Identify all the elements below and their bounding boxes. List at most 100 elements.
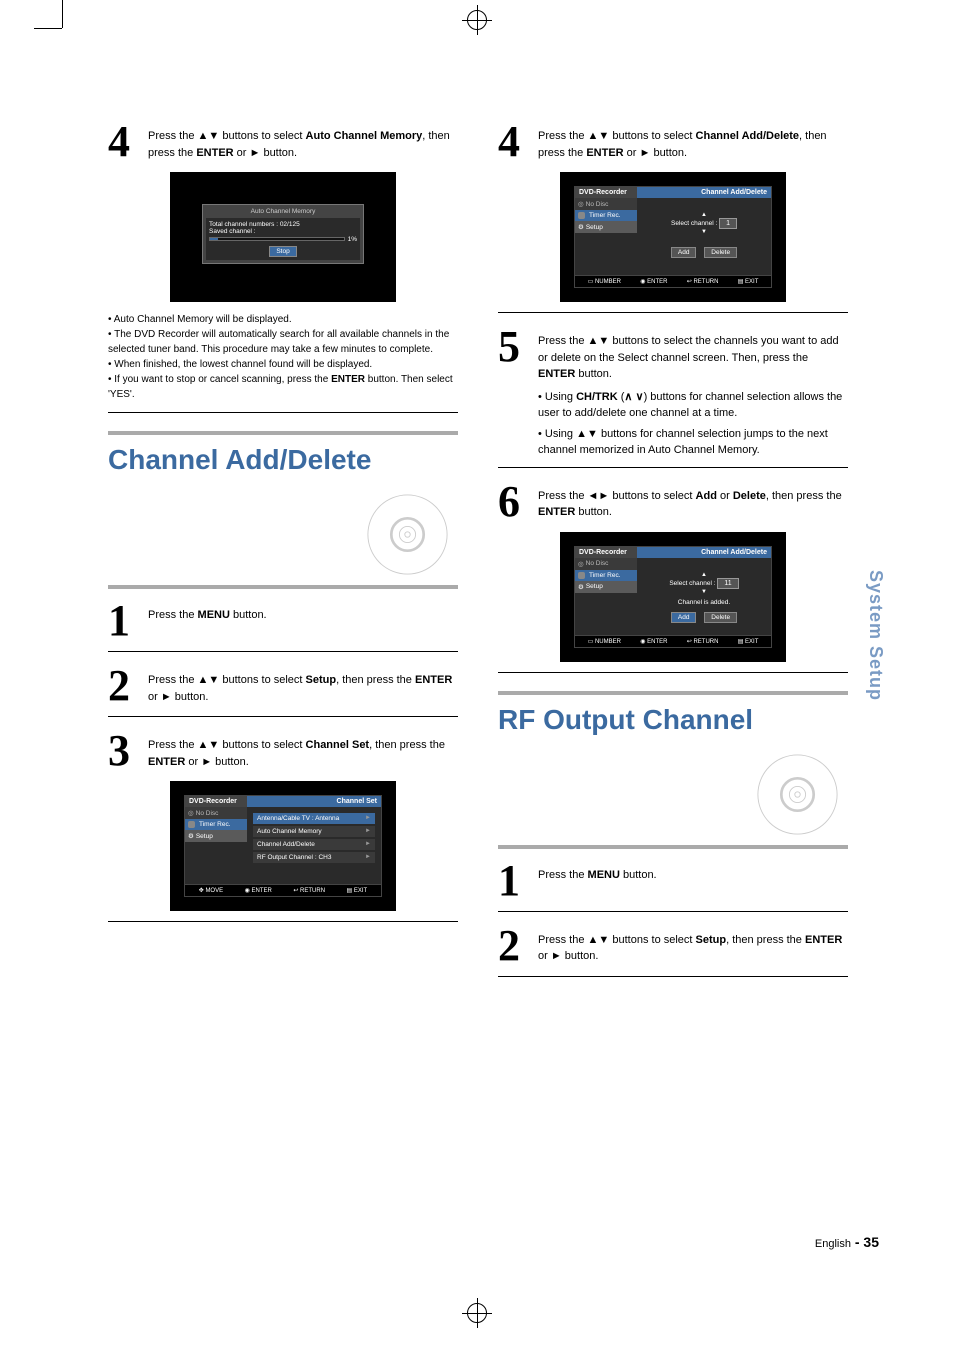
- step-text: Press the ▲▼ buttons to select the chann…: [538, 325, 848, 459]
- registration-mark: [467, 10, 487, 30]
- note-line: • When finished, the lowest channel foun…: [108, 357, 458, 372]
- osd-footer-item: ◉ ENTER: [640, 638, 667, 645]
- channel-add-delete-osd-1: DVD-Recorder Channel Add/Delete ◎ No Dis…: [560, 172, 786, 302]
- osd-header-right: Channel Add/Delete: [637, 187, 771, 198]
- osd-side-item: ◎ No Disc: [575, 558, 637, 570]
- note-line: • If you want to stop or cancel scanning…: [108, 372, 458, 402]
- step-text: Press the ▲▼ buttons to select Channel A…: [538, 120, 848, 161]
- section-divider: [108, 431, 458, 435]
- osd-header-left: DVD-Recorder: [575, 187, 637, 198]
- section-divider: [108, 585, 458, 589]
- step-number: 5: [498, 325, 528, 369]
- section-title: RF Output Channel: [498, 705, 848, 736]
- osd-side-item: Timer Rec.: [575, 570, 637, 581]
- divider: [498, 911, 848, 912]
- step-text: Press the ▲▼ buttons to select Auto Chan…: [148, 120, 458, 161]
- osd-side-item: ⚙ Setup: [575, 221, 637, 233]
- progress-percent: 1%: [348, 236, 357, 243]
- osd-header-left: DVD-Recorder: [575, 547, 637, 558]
- section-divider: [498, 691, 848, 695]
- select-channel-label: Select channel :: [671, 220, 717, 227]
- osd-side-item: ◎ No Disc: [185, 807, 247, 819]
- divider: [498, 672, 848, 673]
- osd-menu-row: Auto Channel Memory►: [253, 826, 375, 837]
- note-line: • Auto Channel Memory will be displayed.: [108, 312, 458, 327]
- right-column: 4 Press the ▲▼ buttons to select Channel…: [498, 120, 848, 989]
- progress-bar: [209, 237, 345, 241]
- divider: [498, 312, 848, 313]
- stop-button: Stop: [269, 246, 296, 257]
- section-title: Channel Add/Delete: [108, 445, 458, 476]
- osd-line: Saved channel :: [209, 228, 357, 235]
- down-arrow-icon: ▼: [643, 589, 765, 595]
- osd-footer-item: ✥ MOVE: [199, 887, 223, 894]
- down-arrow-icon: ▼: [643, 229, 765, 235]
- step-number: 6: [498, 480, 528, 524]
- step-text: Press the ▲▼ buttons to select Channel S…: [148, 729, 458, 770]
- channel-number: 11: [717, 578, 738, 589]
- osd-side-item: ⚙ Setup: [185, 830, 247, 842]
- section-header-channel-add-delete: Channel Add/Delete: [108, 445, 458, 565]
- channel-add-delete-osd-2: DVD-Recorder Channel Add/Delete ◎ No Dis…: [560, 532, 786, 662]
- left-step-3: 3 Press the ▲▼ buttons to select Channel…: [108, 729, 458, 773]
- select-channel-label: Select channel :: [669, 580, 715, 587]
- step-number: 3: [108, 729, 138, 773]
- add-button: Add: [671, 612, 697, 623]
- step-number: 1: [498, 859, 528, 903]
- osd-side-item: ◎ No Disc: [575, 198, 637, 210]
- registration-mark: [467, 1303, 487, 1323]
- osd-menu-row: Channel Add/Delete►: [253, 839, 375, 850]
- osd-line: Total channel numbers : 02/125: [209, 221, 357, 228]
- left-step-2: 2 Press the ▲▼ buttons to select Setup, …: [108, 664, 458, 708]
- osd-footer-item: ▤ EXIT: [738, 278, 759, 285]
- auto-channel-memory-osd: Auto Channel Memory Total channel number…: [170, 172, 396, 302]
- note-line: • The DVD Recorder will automatically se…: [108, 327, 458, 357]
- osd-header-left: DVD-Recorder: [185, 796, 247, 807]
- osd-footer-item: ↩ RETURN: [687, 638, 719, 645]
- divider: [498, 467, 848, 468]
- osd-side-item: Timer Rec.: [575, 210, 637, 221]
- channel-status: Channel is added.: [643, 599, 765, 606]
- osd-footer-item: ↩ RETURN: [293, 887, 325, 894]
- delete-button: Delete: [704, 247, 737, 258]
- note-block: • Auto Channel Memory will be displayed.…: [108, 312, 458, 402]
- step-number: 2: [108, 664, 138, 708]
- right-step-6: 6 Press the ◄► buttons to select Add or …: [498, 480, 848, 524]
- divider: [108, 716, 458, 717]
- step-number: 4: [108, 120, 138, 164]
- up-arrow-icon: ▲: [643, 212, 765, 218]
- divider: [498, 976, 848, 977]
- osd-header-right: Channel Set: [247, 796, 381, 807]
- osd-menu-row: RF Output Channel : CH3►: [253, 852, 375, 863]
- step-text: Press the ◄► buttons to select Add or De…: [538, 480, 848, 521]
- osd-menu-row: Antenna/Cable TV : Antenna►: [253, 813, 375, 824]
- up-arrow-icon: ▲: [643, 572, 765, 578]
- step-text: Press the MENU button.: [148, 599, 267, 624]
- step-number: 2: [498, 924, 528, 968]
- osd-side-item: ⚙ Setup: [575, 581, 637, 593]
- osd-footer-item: ▤ EXIT: [738, 638, 759, 645]
- osd-footer-item: ▭ NUMBER: [588, 638, 621, 645]
- add-button: Add: [671, 247, 697, 258]
- step-text: Press the MENU button.: [538, 859, 657, 884]
- osd-footer-item: ▤ EXIT: [347, 887, 368, 894]
- step-text: Press the ▲▼ buttons to select Setup, th…: [148, 664, 458, 705]
- osd-footer-item: ↩ RETURN: [687, 278, 719, 285]
- osd-title: Auto Channel Memory: [206, 208, 360, 215]
- osd-header-right: Channel Add/Delete: [637, 547, 771, 558]
- right-step-1: 1 Press the MENU button.: [498, 859, 848, 903]
- divider: [108, 412, 458, 413]
- left-step-1: 1 Press the MENU button.: [108, 599, 458, 643]
- right-step-2: 2 Press the ▲▼ buttons to select Setup, …: [498, 924, 848, 968]
- left-column: 4 Press the ▲▼ buttons to select Auto Ch…: [108, 120, 458, 989]
- osd-side-item: Timer Rec.: [185, 819, 247, 830]
- page-number: English - 35: [815, 1234, 879, 1250]
- step-text: Press the ▲▼ buttons to select Setup, th…: [538, 924, 848, 965]
- channel-set-osd: DVD-Recorder Channel Set ◎ No Disc Timer…: [170, 781, 396, 911]
- divider: [108, 921, 458, 922]
- section-divider: [498, 845, 848, 849]
- delete-button: Delete: [704, 612, 737, 623]
- osd-footer-item: ◉ ENTER: [245, 887, 272, 894]
- step-number: 1: [108, 599, 138, 643]
- osd-footer-item: ◉ ENTER: [640, 278, 667, 285]
